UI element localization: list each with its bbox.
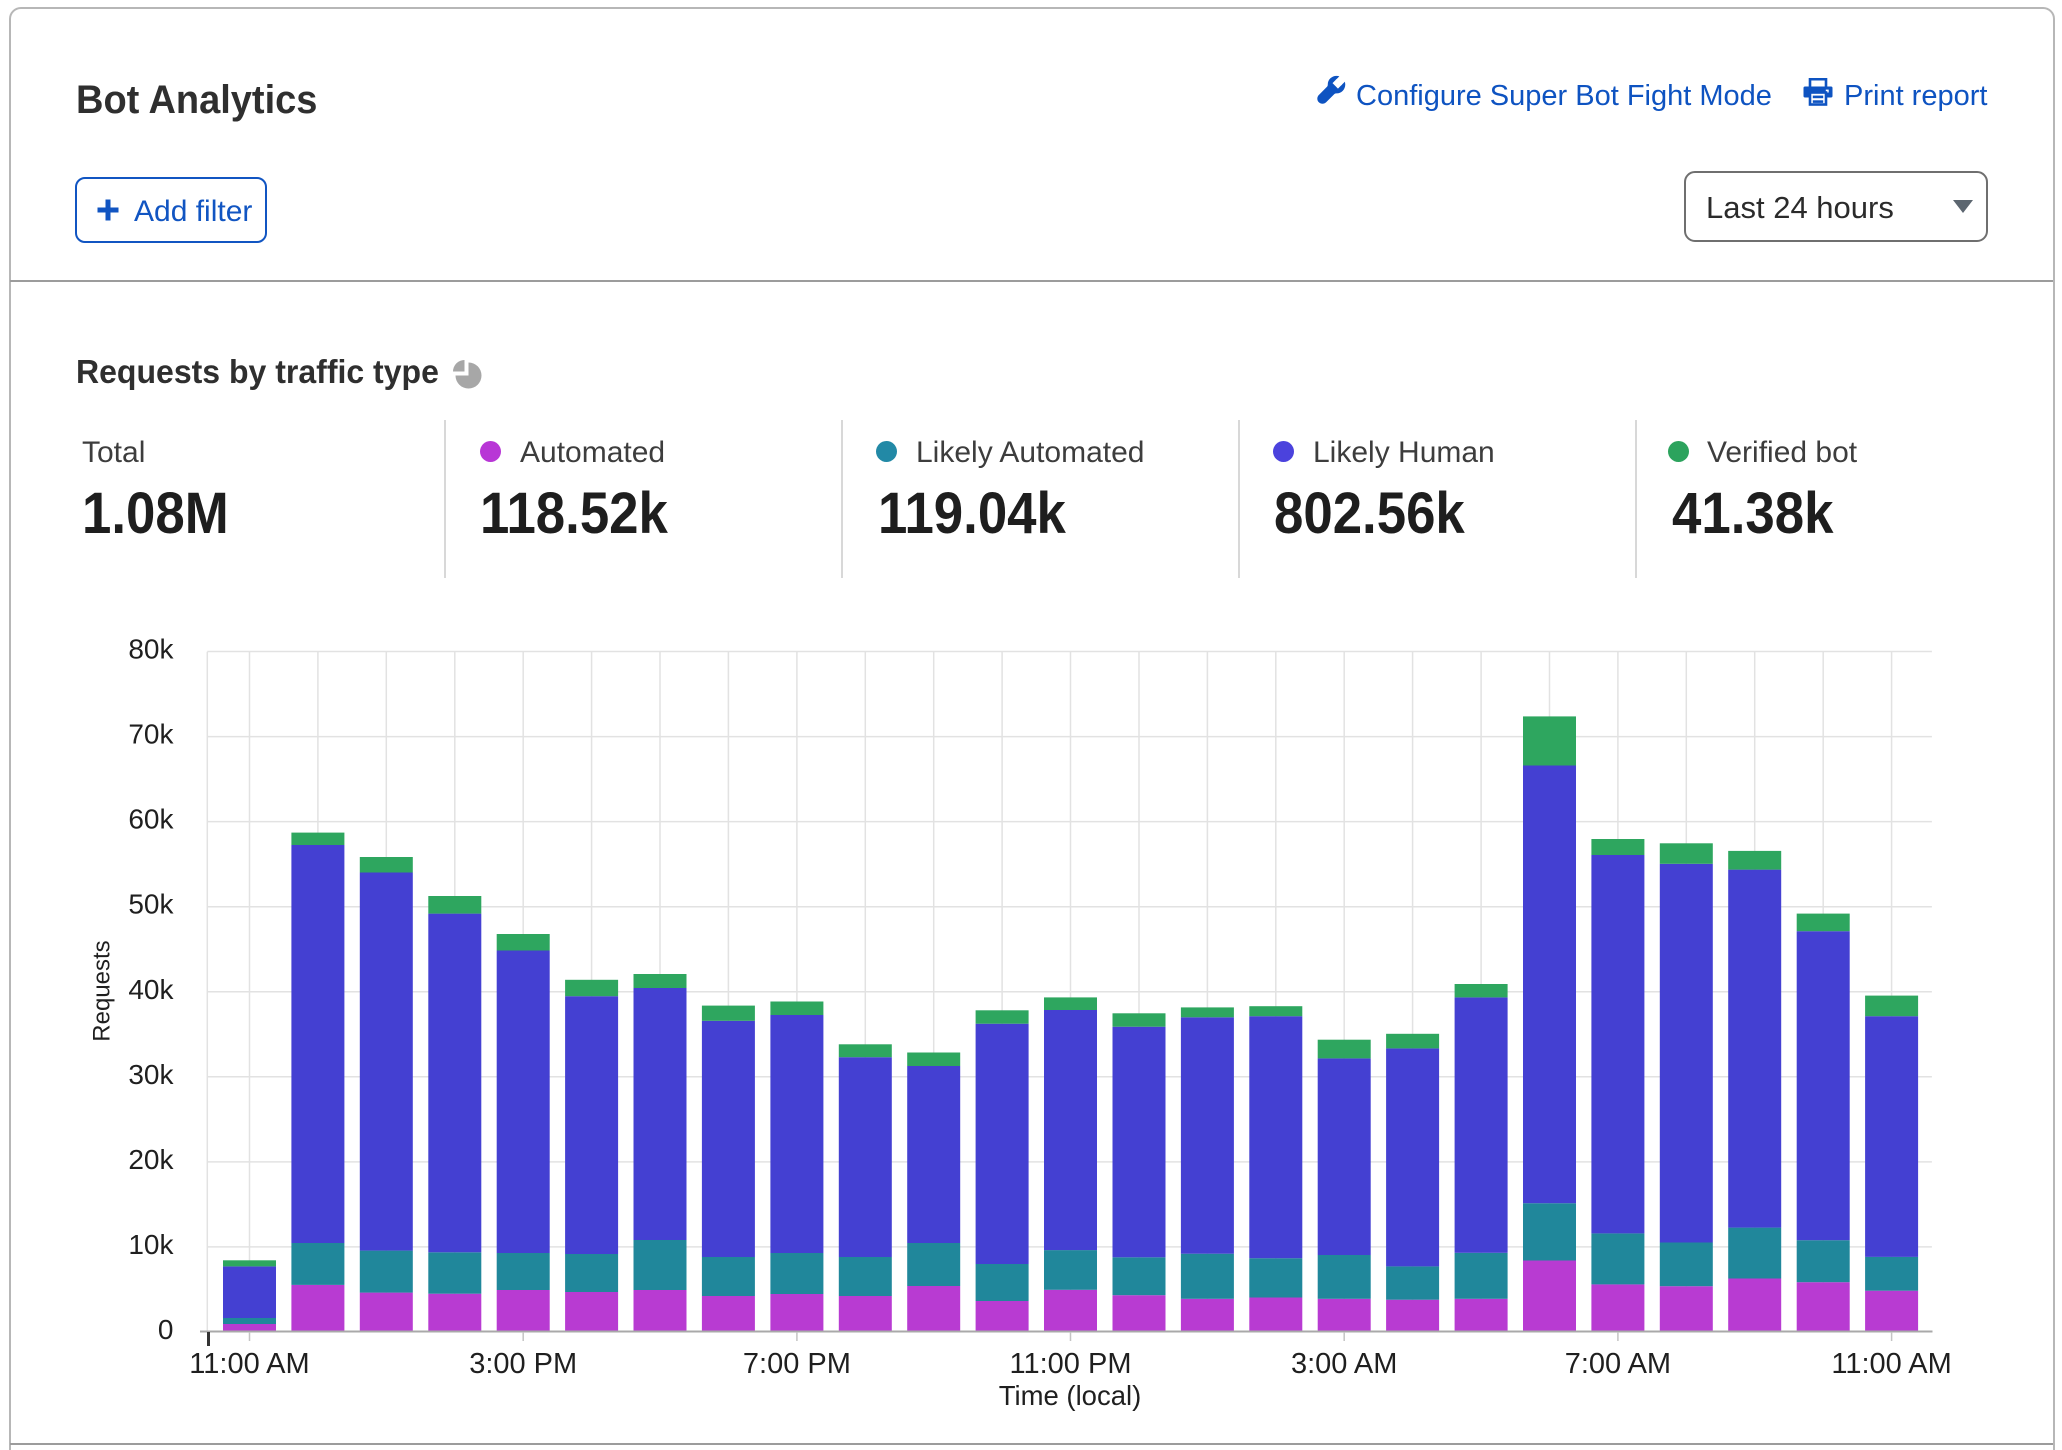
svg-text:40k: 40k	[128, 974, 174, 1005]
svg-text:7:00 AM: 7:00 AM	[1565, 1348, 1671, 1380]
svg-text:70k: 70k	[128, 719, 174, 750]
svg-text:11:00 AM: 11:00 AM	[1831, 1348, 1951, 1380]
svg-text:3:00 AM: 3:00 AM	[1291, 1348, 1397, 1380]
svg-text:Time (local): Time (local)	[999, 1380, 1142, 1411]
svg-text:30k: 30k	[128, 1059, 174, 1090]
svg-text:20k: 20k	[128, 1144, 174, 1175]
svg-text:11:00 AM: 11:00 AM	[189, 1348, 309, 1380]
svg-text:7:00 PM: 7:00 PM	[743, 1348, 851, 1380]
svg-text:Requests: Requests	[89, 940, 116, 1041]
svg-text:10k: 10k	[128, 1229, 174, 1260]
svg-text:50k: 50k	[128, 889, 174, 920]
svg-text:3:00 PM: 3:00 PM	[469, 1348, 577, 1380]
svg-text:0: 0	[158, 1314, 174, 1345]
svg-text:11:00 PM: 11:00 PM	[1010, 1348, 1132, 1380]
svg-text:80k: 80k	[128, 634, 174, 665]
svg-text:60k: 60k	[128, 804, 174, 835]
